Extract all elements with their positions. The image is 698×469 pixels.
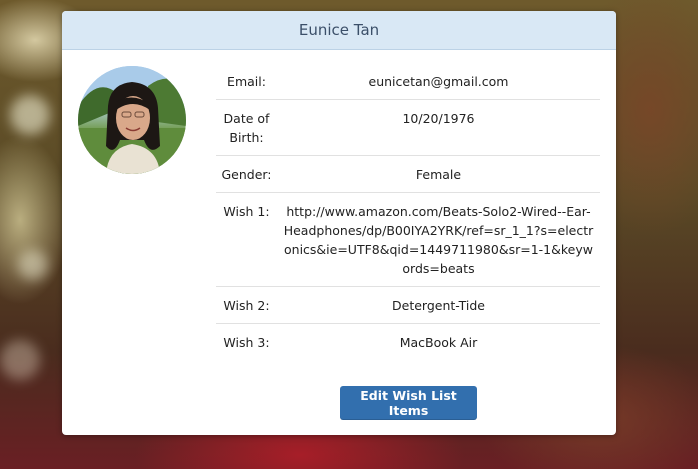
wish-3-label: Wish 3: <box>223 335 270 350</box>
email-row: Email: eunicetan@gmail.com <box>216 63 600 100</box>
wish-3-row: Wish 3: MacBook Air <box>216 324 600 360</box>
wish-2-label: Wish 2: <box>223 298 270 313</box>
profile-card: Eunice Tan Email: eunicetan@gmail.com Da… <box>62 11 616 435</box>
wish-1-label: Wish 1: <box>223 204 270 219</box>
avatar <box>78 66 186 174</box>
email-label: Email: <box>227 74 266 89</box>
dob-row: Date of Birth: 10/20/1976 <box>216 100 600 156</box>
wish-3-value: MacBook Air <box>399 335 478 350</box>
wish-1-row: Wish 1: http://www.amazon.com/Beats-Solo… <box>216 193 600 287</box>
avatar-portrait <box>78 66 186 174</box>
bokeh-light <box>10 95 50 135</box>
edit-wish-list-button[interactable]: Edit Wish List Items <box>340 386 477 420</box>
gender-label: Gender: <box>221 167 272 182</box>
wish-1-value: http://www.amazon.com/Beats-Solo2-Wired-… <box>283 204 594 276</box>
dob-label: Date of Birth: <box>223 111 270 145</box>
profile-header: Eunice Tan <box>62 11 616 50</box>
gender-value: Female <box>415 167 462 182</box>
profile-name: Eunice Tan <box>298 21 380 39</box>
bokeh-light <box>18 250 48 280</box>
bokeh-light <box>0 340 40 380</box>
dob-value: 10/20/1976 <box>402 111 475 126</box>
email-value: eunicetan@gmail.com <box>368 74 509 89</box>
wish-2-value: Detergent-Tide <box>392 298 485 313</box>
gender-row: Gender: Female <box>216 156 600 193</box>
wish-2-row: Wish 2: Detergent-Tide <box>216 287 600 324</box>
profile-details: Email: eunicetan@gmail.com Date of Birth… <box>216 63 600 360</box>
